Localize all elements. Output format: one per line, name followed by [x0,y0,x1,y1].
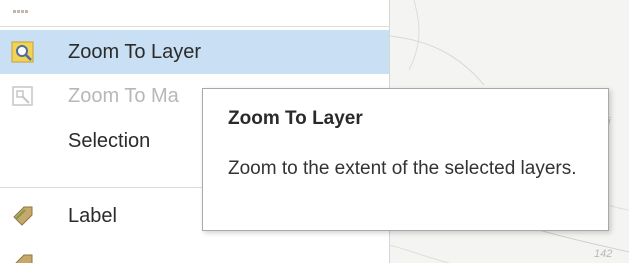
label-icon [11,204,35,228]
menu-item-label: Label [68,205,117,227]
zoom-to-layer-icon [11,40,35,64]
labeling-icon [11,252,35,263]
map-label-2: 142 [594,248,613,260]
menu-item-label: Zoom To Ma [68,85,179,107]
tooltip-body: Zoom to the extent of the selected layer… [228,158,577,179]
table-icon [13,0,31,13]
menu-item-partial[interactable] [0,246,389,263]
tooltip: Zoom To Layer Zoom to the extent of the … [202,88,609,231]
menu-item-label: Selection [68,130,151,152]
menu-item-label: Zoom To Layer [68,41,202,63]
tooltip-title: Zoom To Layer [228,108,363,129]
menu-separator [0,26,389,27]
zoom-to-make-visible-icon [11,84,35,108]
menu-item-zoom-to-layer[interactable]: Zoom To Layer [0,30,389,74]
